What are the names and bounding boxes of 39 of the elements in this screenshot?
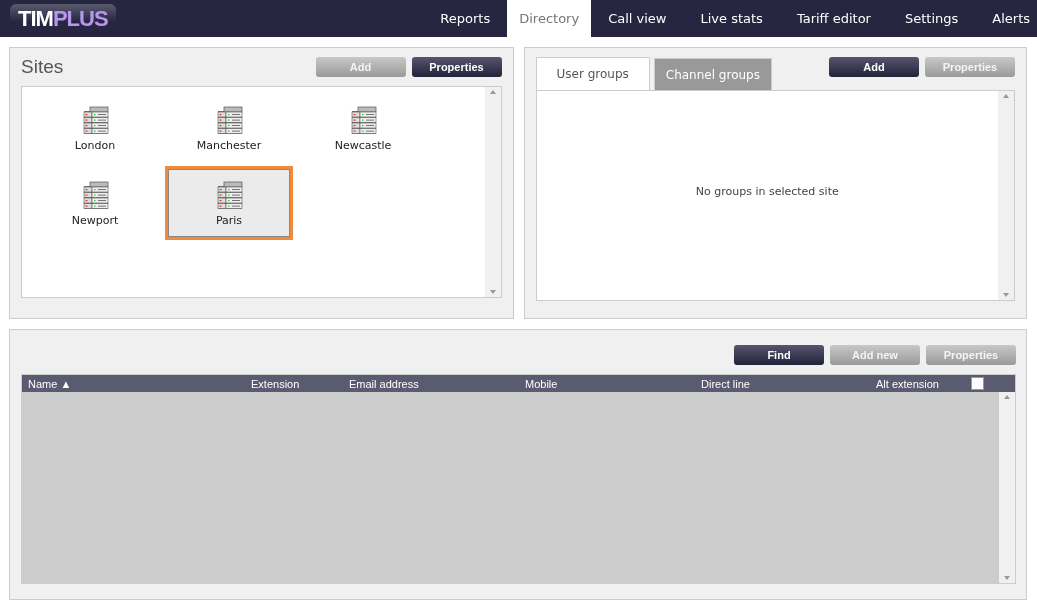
server-icon: [348, 104, 378, 135]
scrollbar[interactable]: [999, 392, 1015, 583]
nav-tab[interactable]: Reports: [423, 0, 508, 37]
group-tab[interactable]: User groups: [535, 57, 650, 90]
server-icon: [80, 104, 110, 135]
column-header[interactable]: Email address: [349, 377, 525, 390]
server-icon: [214, 104, 244, 135]
column-header[interactable]: Alt extension: [876, 377, 971, 390]
nav-tab[interactable]: Settings: [887, 0, 976, 37]
column-header[interactable]: Name ▲: [28, 377, 251, 390]
nav-tab[interactable]: Alerts: [975, 0, 1037, 37]
action-button[interactable]: Properties: [411, 57, 502, 77]
site-item[interactable]: Manchester: [165, 91, 293, 165]
nav-tab[interactable]: Tariff editor: [779, 0, 888, 37]
site-item[interactable]: Newport: [31, 166, 159, 240]
scroll-up-icon[interactable]: [489, 90, 496, 94]
server-icon: [214, 179, 244, 210]
scroll-up-icon[interactable]: [1003, 94, 1009, 98]
site-item[interactable]: Paris: [165, 166, 293, 240]
scroll-down-icon[interactable]: [489, 290, 496, 294]
nav-tab[interactable]: Call view: [591, 0, 684, 37]
site-item[interactable]: Newcastle: [299, 91, 427, 165]
action-button[interactable]: Add: [829, 57, 919, 77]
scroll-down-icon[interactable]: [1003, 293, 1009, 297]
select-all-checkbox[interactable]: [971, 377, 984, 390]
scroll-down-icon[interactable]: [1004, 576, 1010, 580]
nav-tab[interactable]: Live stats: [683, 0, 780, 37]
site-item[interactable]: London: [31, 91, 159, 165]
column-header[interactable]: Direct line: [701, 377, 876, 390]
scroll-up-icon[interactable]: [1004, 395, 1010, 399]
server-icon: [80, 179, 110, 210]
scrollbar[interactable]: [998, 91, 1014, 300]
scrollbar[interactable]: [484, 87, 501, 297]
column-header[interactable]: Extension: [251, 377, 349, 390]
column-header[interactable]: Mobile: [525, 377, 701, 390]
nav-tab[interactable]: Directory: [507, 0, 592, 37]
empty-message: No groups in selected site: [695, 185, 839, 198]
panel-title: Sites: [21, 56, 64, 78]
action-button[interactable]: Find: [734, 345, 824, 365]
